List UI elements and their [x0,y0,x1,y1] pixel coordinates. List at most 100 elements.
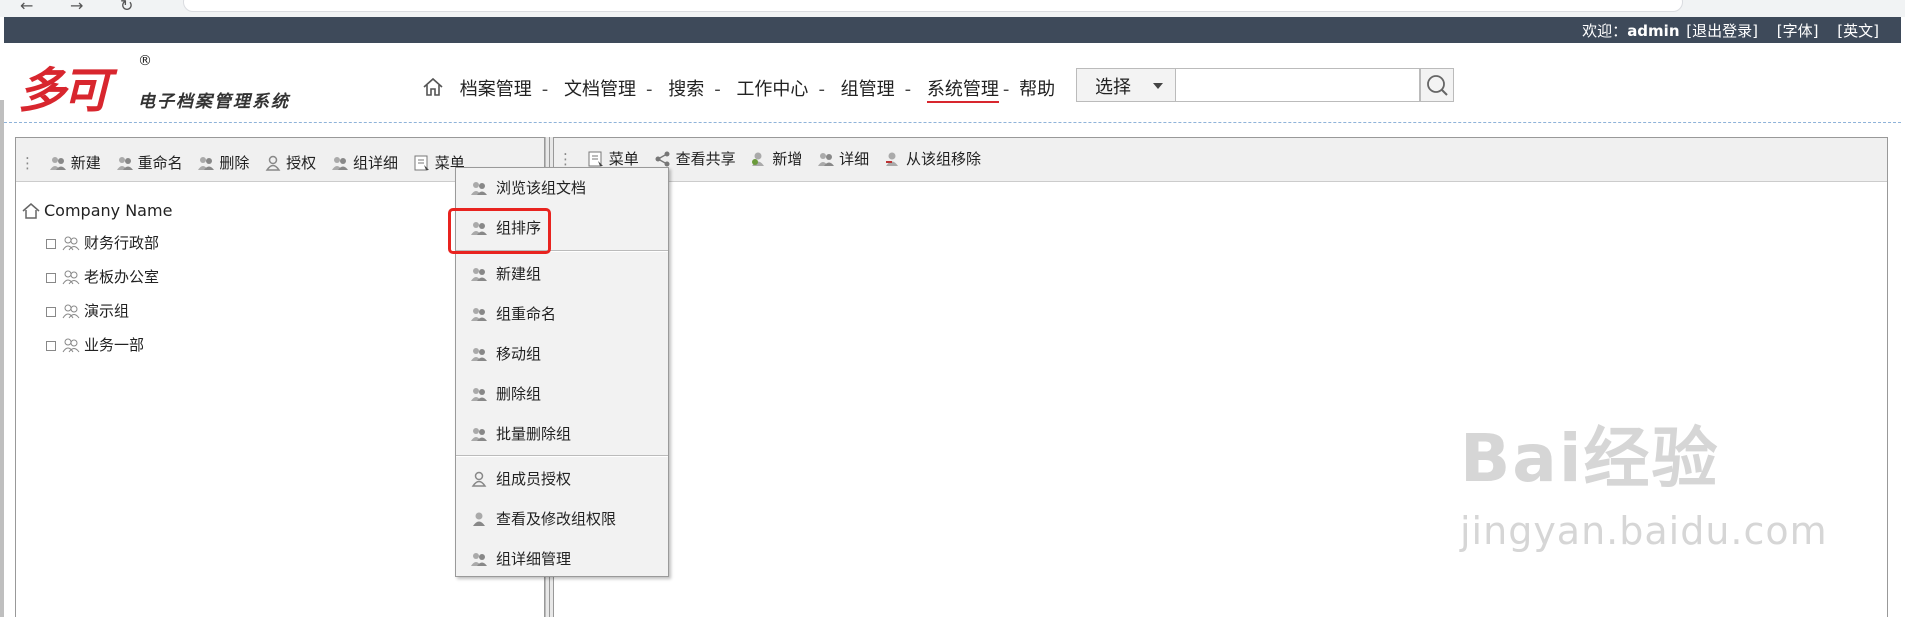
menu-item-label: 组成员授权 [496,470,572,488]
menu-item-label: 组重命名 [496,305,557,323]
logo-mark: 多可 [18,63,110,119]
new-button[interactable]: 新建 [49,152,101,173]
back-icon[interactable]: ← [20,0,33,15]
nav-separator: - [541,79,549,100]
add-member-button-label: 新增 [772,150,803,168]
menu-item-new-group[interactable]: 新建组 [462,260,662,288]
watermark: Bai经验 jingyan.baidu.com [1460,405,1828,553]
menu-item-member-authorize[interactable]: 组成员授权 [462,465,662,493]
nav-item-archives[interactable]: 档案管理 [460,79,532,100]
watermark-logo: Bai经验 [1460,420,1720,497]
tree-node-label: 业务一部 [84,336,145,354]
delete-group-icon [471,388,487,401]
menu-item-label: 新建组 [496,265,542,283]
tree-node-label: 财务行政部 [84,234,160,252]
toolbar-grip-icon: ⋮ [20,154,35,172]
home-icon[interactable] [422,76,444,98]
nav-separator: - [714,79,721,100]
group-detail-button[interactable]: 组详细 [331,152,398,173]
menu-button[interactable]: 菜单 [587,148,639,169]
group-icon [471,553,487,566]
menu-item-view-edit-permissions[interactable]: 查看及修改组权限 [462,505,662,533]
group-icon [818,153,835,166]
share-icon [655,151,670,167]
group-icon [198,157,215,170]
search-scope-select[interactable]: 选择 [1076,68,1176,102]
add-user-icon [752,152,765,166]
group-icon [471,182,487,195]
username: admin [1627,22,1680,40]
menu-item-delete-group[interactable]: 删除组 [462,380,662,408]
menu-item-label: 查看及修改组权限 [496,510,617,528]
nav-item-help[interactable]: 帮助 [1019,79,1055,100]
nav-separator: - [904,79,912,100]
rename-button[interactable]: 重命名 [116,152,183,173]
menu-item-rename-group[interactable]: 组重命名 [462,300,662,328]
nav-item-documents[interactable]: 文档管理 [564,79,636,100]
view-share-button-label: 查看共享 [675,150,736,168]
system-name: 电子档案管理系统 [138,92,290,112]
view-share-button[interactable]: 查看共享 [654,148,736,169]
forward-icon[interactable]: → [70,0,83,15]
group-icon [62,270,80,285]
search-button[interactable] [1420,68,1454,102]
permission-icon [473,512,485,526]
right-toolbar: ⋮ 菜单 查看共享 新增 详细 从该组移除 [554,138,1887,182]
search-input[interactable] [1176,68,1420,102]
nav-separator: - [645,79,653,100]
group-icon [49,157,66,170]
delete-group-icon [471,428,487,441]
font-link[interactable]: [字体] [1777,22,1819,40]
group-icon [62,304,80,319]
expand-box-icon[interactable] [46,239,56,249]
nav-item-search[interactable]: 搜索 [668,79,704,100]
authorize-button-label: 授权 [286,154,317,172]
group-icon [331,157,348,170]
menu-item-label: 移动组 [496,345,542,363]
address-bar[interactable] [183,0,1683,12]
logo: 多可 ® 电子档案管理系统 [18,51,288,121]
menu-item-group-detail[interactable]: 组详细管理 [462,545,662,573]
menu-button-label: 菜单 [608,150,639,168]
group-icon [62,338,80,353]
tree-node-label: 老板办公室 [84,268,160,286]
header: 多可 ® 电子档案管理系统 档案管理 - 文档管理 - 搜索 - 工作中心 - 组管理 -… [4,43,1901,123]
reload-icon[interactable]: ↻ [120,0,133,15]
expand-box-icon[interactable] [46,273,56,283]
search-scope-value: 选择 [1095,77,1131,98]
delete-button-label: 删除 [219,154,250,172]
remove-from-group-button[interactable]: 从该组移除 [884,148,981,169]
logout-link[interactable]: [退出登录] [1686,22,1758,40]
nav-item-groups[interactable]: 组管理 [841,79,895,100]
nav-separator: - [818,79,825,100]
english-link[interactable]: [英文] [1837,22,1879,40]
registered-mark: ® [138,53,152,69]
nav-separator: - [1002,79,1010,100]
group-icon [62,236,80,251]
group-icon [471,308,487,321]
add-group-icon [471,268,487,281]
tree-node-label: 演示组 [84,302,130,320]
delete-button[interactable]: 删除 [197,152,249,173]
expand-box-icon[interactable] [46,307,56,317]
add-member-button[interactable]: 新增 [750,148,802,169]
home-icon [22,203,40,219]
watermark-url: jingyan.baidu.com [1460,509,1828,553]
user-icon [471,471,487,487]
menu-icon [414,155,429,171]
search-icon [1427,75,1448,96]
menu-item-label: 批量删除组 [496,425,572,443]
detail-button[interactable]: 详细 [817,148,869,169]
menu-item-browse-docs[interactable]: 浏览该组文档 [462,174,662,202]
menu-item-move-group[interactable]: 移动组 [462,340,662,368]
menu-item-batch-delete-groups[interactable]: 批量删除组 [462,420,662,448]
caret-down-icon [1153,83,1163,89]
detail-button-label: 详细 [839,150,870,168]
main-nav: 档案管理 - 文档管理 - 搜索 - 工作中心 - 组管理 - 系统管理 - 帮助 [422,75,1055,103]
nav-item-system[interactable]: 系统管理 [926,79,999,103]
nav-item-workcenter[interactable]: 工作中心 [736,79,808,100]
highlight-box [448,208,551,254]
menu-icon [588,151,603,167]
authorize-button[interactable]: 授权 [264,152,316,173]
expand-box-icon[interactable] [46,341,56,351]
